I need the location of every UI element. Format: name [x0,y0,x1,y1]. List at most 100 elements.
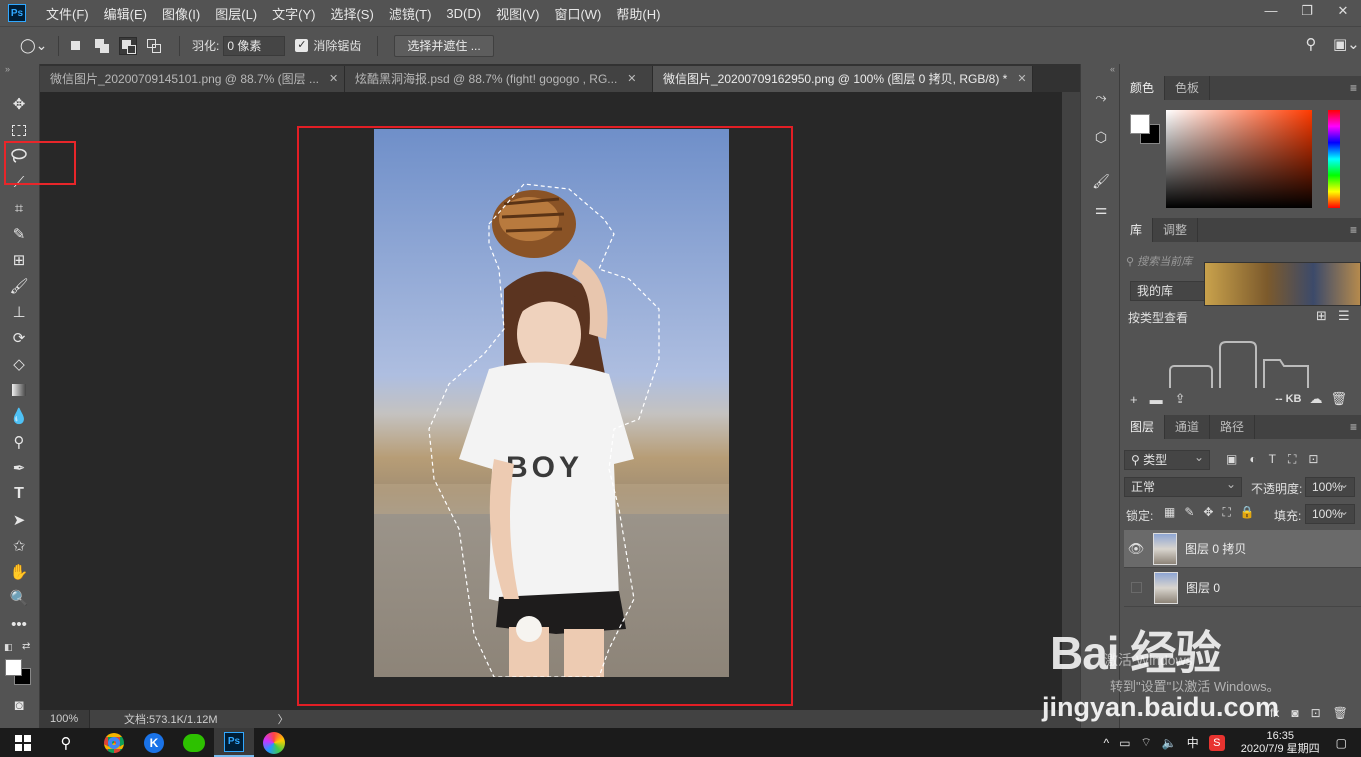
search-icon[interactable]: ⚲ [46,728,86,757]
tab-layers[interactable]: 图层 [1120,415,1166,439]
workspace-icon[interactable]: ▣⌄ [1333,35,1360,55]
3d-panel-icon[interactable]: ⬡ [1090,126,1112,148]
panel-menu-icon[interactable]: ≡ [1350,223,1357,237]
move-tool-icon[interactable]: ✥ [8,93,30,115]
close-tab-icon[interactable]: ✕ [329,67,338,91]
tab-color[interactable]: 颜色 [1120,76,1166,100]
subtract-selection-icon[interactable] [119,36,137,55]
adjustment-filter-icon[interactable]: ◐ [1249,452,1256,467]
k-app-icon[interactable]: K [134,728,174,757]
tab-channels[interactable]: 通道 [1165,415,1211,439]
properties-panel-icon[interactable]: ⚌ [1090,198,1112,220]
intersect-selection-icon[interactable] [145,37,163,55]
eye-icon[interactable]: 👁 [1124,541,1148,557]
menu-edit[interactable]: 编辑(E) [104,4,147,23]
collapse-icon[interactable]: » [5,64,10,74]
layer-name[interactable]: 图层 0 拷贝 [1185,540,1246,557]
color-picker-field[interactable] [1166,110,1312,208]
antialias-checkbox[interactable]: ✓ [295,39,309,52]
menu-3d[interactable]: 3D(D) [446,6,481,21]
battery-icon[interactable]: ▭ [1119,736,1130,750]
panel-menu-icon[interactable]: ≡ [1350,81,1357,95]
smart-object-filter-icon[interactable]: ⊡ [1308,452,1318,467]
menu-window[interactable]: 窗口(W) [554,4,601,23]
blend-mode-dropdown[interactable]: 正常 [1124,475,1242,497]
photoshop-taskbar-icon[interactable]: Ps [214,728,254,757]
image-filter-icon[interactable]: ▣ [1226,452,1237,467]
zoom-level[interactable]: 100% [40,710,90,728]
search-icon[interactable]: ⚲ [1301,35,1321,55]
lock-paint-icon[interactable]: ✎ [1184,505,1194,520]
color-fg-swatch[interactable] [1130,114,1150,134]
close-tab-icon[interactable]: ✕ [1017,67,1026,91]
eyedropper-tool-icon[interactable]: ✎ [8,223,30,245]
colorful-app-icon[interactable] [254,728,294,757]
zoom-tool-icon[interactable]: 🔍 [8,587,30,609]
lock-transparent-icon[interactable]: ▦ [1164,505,1175,520]
lock-position-icon[interactable]: ✥ [1203,505,1213,520]
hand-tool-icon[interactable]: ✋ [8,561,30,583]
type-tool-icon[interactable]: T [8,483,30,505]
layer-name[interactable]: 图层 0 [1186,579,1220,596]
tab-swatches[interactable]: 色板 [1165,76,1211,100]
menu-file[interactable]: 文件(F) [46,4,89,23]
lasso-preset-icon[interactable]: ◯⌄ [20,37,50,54]
type-filter-icon[interactable]: T [1269,452,1276,467]
vertical-scrollbar[interactable] [1062,92,1080,710]
gradient-tool-icon[interactable] [8,379,30,401]
quick-mask-icon[interactable]: ◙ [8,694,30,716]
collapse-icon[interactable]: « [1110,64,1115,74]
feather-input[interactable]: 0 像素 [223,35,286,56]
doc-tab-active[interactable]: 微信图片_20200709162950.png @ 100% (图层 0 拷贝,… [653,66,1033,92]
layer-row[interactable]: 👁 图层 0 拷贝 [1124,530,1361,568]
doc-tab[interactable]: 微信图片_20200709145101.png @ 88.7% (图层 ... … [40,66,345,92]
swap-colors-icon[interactable]: ⇄ [22,641,30,652]
blur-tool-icon[interactable]: 💧 [8,405,30,427]
pen-tool-icon[interactable]: ✒ [8,457,30,479]
default-colors-icon[interactable]: ◧ [4,642,13,653]
tab-adjustments[interactable]: 调整 [1153,218,1199,242]
menu-image[interactable]: 图像(I) [162,4,200,23]
shape-tool-icon[interactable]: ✩ [8,535,30,557]
add-icon[interactable]: + [1130,392,1138,407]
history-brush-tool-icon[interactable]: ⟳ [8,327,30,349]
fx-icon[interactable]: fx [1270,706,1279,720]
brush-tool-icon[interactable]: 🖌 [8,275,30,297]
layer-filter-dropdown[interactable]: ⚲ 类型 [1124,448,1210,470]
status-menu-arrow[interactable]: 〉 [278,711,289,727]
cloud-icon[interactable]: ☁ [1309,391,1322,407]
foreground-color-swatch[interactable] [5,659,22,676]
wifi-icon[interactable]: ⌔ [1141,735,1152,750]
doc-tab[interactable]: 炫酷黑洞海报.psd @ 88.7% (fight! gogogo , RG..… [345,66,653,92]
list-view-icon[interactable]: ☰ [1338,308,1350,324]
ime-indicator[interactable]: 中 [1187,734,1199,751]
menu-type[interactable]: 文字(Y) [272,4,315,23]
path-selection-tool-icon[interactable]: ➤ [8,509,30,531]
upload-icon[interactable]: ⇪ [1175,391,1186,407]
menu-select[interactable]: 选择(S) [330,4,373,23]
notification-icon[interactable]: ▢ [1336,736,1347,750]
history-panel-icon[interactable]: ⤳ [1090,86,1112,108]
new-selection-icon[interactable] [67,37,85,55]
close-tab-icon[interactable]: ✕ [627,67,636,91]
brush-panel-icon[interactable]: 🖌 [1090,170,1112,192]
shape-filter-icon[interactable]: ⛶ [1288,452,1296,467]
wechat-icon[interactable] [174,728,214,757]
eraser-tool-icon[interactable]: ◇ [8,353,30,375]
add-selection-icon[interactable] [93,37,111,55]
panel-menu-icon[interactable]: ≡ [1350,420,1357,434]
marquee-tool-icon[interactable] [8,119,30,141]
minimize-icon[interactable]: — [1253,0,1289,22]
mask-icon[interactable]: ◙ [1291,706,1298,720]
chevron-up-icon[interactable]: ^ [1104,736,1110,750]
menu-help[interactable]: 帮助(H) [616,4,660,23]
menu-layer[interactable]: 图层(L) [215,4,257,23]
folder-icon[interactable]: ▬ [1150,392,1163,407]
grid-view-icon[interactable]: ⊞ [1316,308,1327,324]
windows-start-icon[interactable] [0,728,46,757]
trash-icon[interactable]: 🗑 [1330,391,1347,407]
lock-all-icon[interactable]: 🔒 [1240,505,1255,520]
hue-slider[interactable] [1328,110,1340,208]
more-tools-icon[interactable]: ••• [8,613,30,635]
close-icon[interactable]: ✕ [1325,0,1361,22]
